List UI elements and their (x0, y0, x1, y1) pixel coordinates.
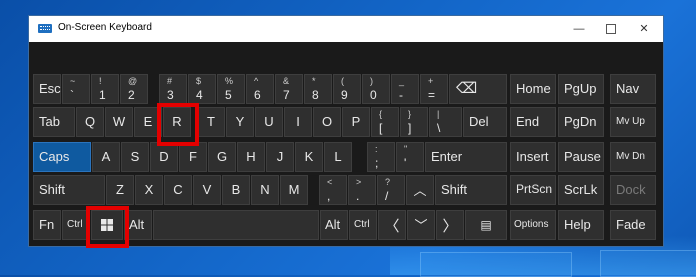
key-6[interactable]: ^ 6 (246, 74, 274, 104)
key-n[interactable]: N (251, 175, 279, 205)
key-fn[interactable]: Fn (33, 210, 61, 240)
key-d[interactable]: D (150, 142, 178, 172)
key-del[interactable]: Del (463, 107, 507, 137)
down-arrow-icon: ﹀ (414, 218, 428, 233)
key-9[interactable]: (9 (333, 74, 361, 104)
key-u[interactable]: U (255, 107, 283, 137)
backspace-icon: ⌫ (456, 80, 478, 97)
key-left-arrow[interactable]: 〈 (378, 210, 406, 240)
key-esc[interactable]: Esc (33, 74, 61, 104)
title-bar[interactable]: On-Screen Keyboard — ✕ (29, 16, 663, 42)
key-k[interactable]: K (295, 142, 323, 172)
key-i[interactable]: I (284, 107, 312, 137)
key-2[interactable]: @2 (120, 74, 148, 104)
key-insert[interactable]: Insert (510, 142, 556, 172)
key-enter[interactable]: Enter (425, 142, 507, 172)
key-slash[interactable]: ? / (377, 175, 405, 205)
key-options[interactable]: Options (510, 210, 556, 240)
window-title: On-Screen Keyboard (58, 22, 152, 33)
desktop-panel (420, 252, 572, 277)
key-4[interactable]: $4 (188, 74, 216, 104)
key-comma[interactable]: <, (319, 175, 347, 205)
key-fade[interactable]: Fade (610, 210, 656, 240)
menu-icon: ▤ (480, 218, 492, 232)
key-g[interactable]: G (208, 142, 236, 172)
key-j[interactable]: J (266, 142, 294, 172)
key-right-arrow[interactable]: 〉 (436, 210, 464, 240)
key-q[interactable]: Q (76, 107, 104, 137)
key-semicolon[interactable]: :; (367, 142, 395, 172)
highlight-r-key (157, 103, 199, 146)
key-backslash[interactable]: | \ (429, 107, 462, 137)
key-1[interactable]: ! 1 (91, 74, 119, 104)
desktop-panel (600, 250, 696, 277)
key-t[interactable]: T (197, 107, 225, 137)
highlight-windows-key (86, 206, 129, 248)
key-h[interactable]: H (237, 142, 265, 172)
key-space[interactable] (153, 210, 319, 240)
key-backspace[interactable]: ⌫ (449, 74, 507, 104)
key-b[interactable]: B (222, 175, 250, 205)
key-pgup[interactable]: PgUp (558, 74, 604, 104)
key-c[interactable]: C (164, 175, 192, 205)
key-z[interactable]: Z (106, 175, 134, 205)
key-help[interactable]: Help (558, 210, 604, 240)
up-arrow-icon: ︿ (413, 183, 427, 198)
key-8[interactable]: * 8 (304, 74, 332, 104)
key-period[interactable]: >. (348, 175, 376, 205)
maximize-button[interactable] (596, 16, 626, 42)
key-7[interactable]: & 7 (275, 74, 303, 104)
key-minus[interactable]: _ - (391, 74, 419, 104)
key-equals[interactable]: + = (420, 74, 448, 104)
key-dock[interactable]: Dock (610, 175, 656, 205)
key-shift-right[interactable]: Shift (435, 175, 507, 205)
left-arrow-icon: 〈 (384, 218, 400, 235)
key-end[interactable]: End (510, 107, 556, 137)
key-mv-dn[interactable]: Mv Dn (610, 142, 656, 172)
minimize-button[interactable]: — (564, 16, 594, 42)
key-mv-up[interactable]: Mv Up (610, 107, 656, 137)
key-0[interactable]: ) 0 (362, 74, 390, 104)
key-scrlk[interactable]: ScrLk (558, 175, 604, 205)
key-menu[interactable]: ▤ (465, 210, 507, 240)
key-f[interactable]: F (179, 142, 207, 172)
key-x[interactable]: X (135, 175, 163, 205)
key-tab[interactable]: Tab (33, 107, 75, 137)
key-a[interactable]: A (92, 142, 120, 172)
key-up-arrow[interactable]: ︿ (406, 175, 434, 205)
key-right-bracket[interactable]: }] (400, 107, 428, 137)
key-home[interactable]: Home (510, 74, 556, 104)
key-5[interactable]: % 5 (217, 74, 245, 104)
key-y[interactable]: Y (226, 107, 254, 137)
close-button[interactable]: ✕ (629, 16, 659, 42)
key-nav[interactable]: Nav (610, 74, 656, 104)
key-ctrl-right[interactable]: Ctrl (349, 210, 377, 240)
key-p[interactable]: P (342, 107, 370, 137)
key-alt-right[interactable]: Alt (320, 210, 348, 240)
key-pgdn[interactable]: PgDn (558, 107, 604, 137)
key-w[interactable]: W (105, 107, 133, 137)
key-down-arrow[interactable]: ﹀ (407, 210, 435, 240)
key-l[interactable]: L (324, 142, 352, 172)
right-arrow-icon: 〉 (442, 218, 458, 235)
keyboard-icon (38, 24, 52, 33)
key-prtscn[interactable]: PrtScn (510, 175, 556, 205)
key-left-bracket[interactable]: {[ (371, 107, 399, 137)
key-caps[interactable]: Caps (33, 142, 91, 172)
key-o[interactable]: O (313, 107, 341, 137)
key-3[interactable]: #3 (159, 74, 187, 104)
key-quote[interactable]: " ' (396, 142, 424, 172)
maximize-icon (606, 24, 616, 35)
key-v[interactable]: V (193, 175, 221, 205)
key-pause[interactable]: Pause (558, 142, 604, 172)
key-m[interactable]: M (280, 175, 308, 205)
key-s[interactable]: S (121, 142, 149, 172)
key-shift-left[interactable]: Shift (33, 175, 105, 205)
key-tilde[interactable]: ~ ` (62, 74, 90, 104)
